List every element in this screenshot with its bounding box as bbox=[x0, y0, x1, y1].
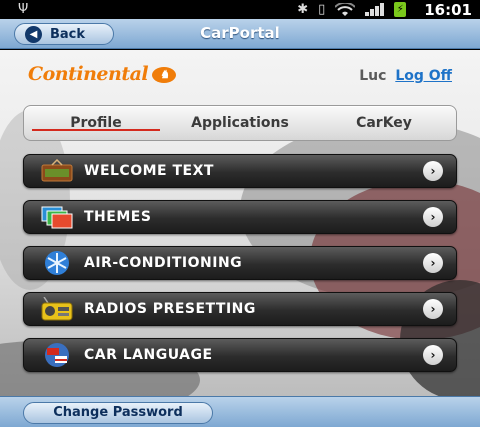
menu-item-car-language[interactable]: CAR LANGUAGE › bbox=[23, 338, 457, 372]
chevron-right-icon: › bbox=[423, 207, 443, 227]
vibrate-icon: ▯ bbox=[318, 2, 326, 17]
chevron-right-icon: › bbox=[423, 299, 443, 319]
footer-bar: Change Password bbox=[0, 396, 480, 427]
continental-logo: Continental ♞ bbox=[28, 63, 177, 85]
change-password-button[interactable]: Change Password bbox=[23, 402, 213, 424]
menu-item-label: CAR LANGUAGE bbox=[84, 347, 213, 363]
menu-item-themes[interactable]: THEMES › bbox=[23, 200, 457, 234]
user-name: Luc bbox=[359, 68, 387, 84]
signal-icon bbox=[365, 3, 385, 16]
menu-item-welcome-text[interactable]: WELCOME TEXT › bbox=[23, 154, 457, 188]
themes-icon bbox=[40, 204, 74, 230]
page-title: CarPortal bbox=[200, 24, 280, 42]
menu-item-label: THEMES bbox=[84, 209, 152, 225]
status-icons: ✱ ▯ ⚡ 16:01 bbox=[297, 0, 472, 19]
globe-flags-icon bbox=[40, 342, 74, 368]
clock: 16:01 bbox=[424, 0, 472, 19]
welcome-sign-icon bbox=[40, 158, 74, 184]
menu-item-label: WELCOME TEXT bbox=[84, 163, 214, 179]
menu-item-label: RADIOS PRESETTING bbox=[84, 301, 256, 317]
usb-icon: Ψ bbox=[18, 2, 29, 17]
status-bar: Ψ ✱ ▯ ⚡ 16:01 bbox=[0, 0, 480, 19]
user-info: Luc Log Off bbox=[359, 68, 452, 84]
horse-emblem-icon: ♞ bbox=[152, 67, 177, 83]
chevron-right-icon: › bbox=[423, 253, 443, 273]
snowflake-icon bbox=[40, 250, 74, 276]
wifi-icon bbox=[335, 2, 356, 16]
menu-item-air-conditioning[interactable]: AIR-CONDITIONING › bbox=[23, 246, 457, 280]
main-content: Continental ♞ Luc Log Off Profile Applica… bbox=[0, 50, 480, 396]
battery-charging-icon: ⚡ bbox=[394, 2, 407, 17]
logo-text: Continental bbox=[28, 63, 149, 85]
tab-applications[interactable]: Applications bbox=[168, 106, 312, 140]
tab-profile[interactable]: Profile bbox=[24, 106, 168, 140]
bluetooth-icon: ✱ bbox=[297, 2, 309, 17]
radio-icon bbox=[40, 296, 74, 322]
menu-item-label: AIR-CONDITIONING bbox=[84, 255, 243, 271]
app-header: ◀ Back CarPortal bbox=[0, 19, 480, 49]
chevron-right-icon: › bbox=[423, 161, 443, 181]
tab-bar: Profile Applications CarKey bbox=[23, 105, 457, 141]
log-off-link[interactable]: Log Off bbox=[395, 68, 452, 84]
tab-carkey[interactable]: CarKey bbox=[312, 106, 456, 140]
chevron-right-icon: › bbox=[423, 345, 443, 365]
menu-item-radios-presetting[interactable]: RADIOS PRESETTING › bbox=[23, 292, 457, 326]
